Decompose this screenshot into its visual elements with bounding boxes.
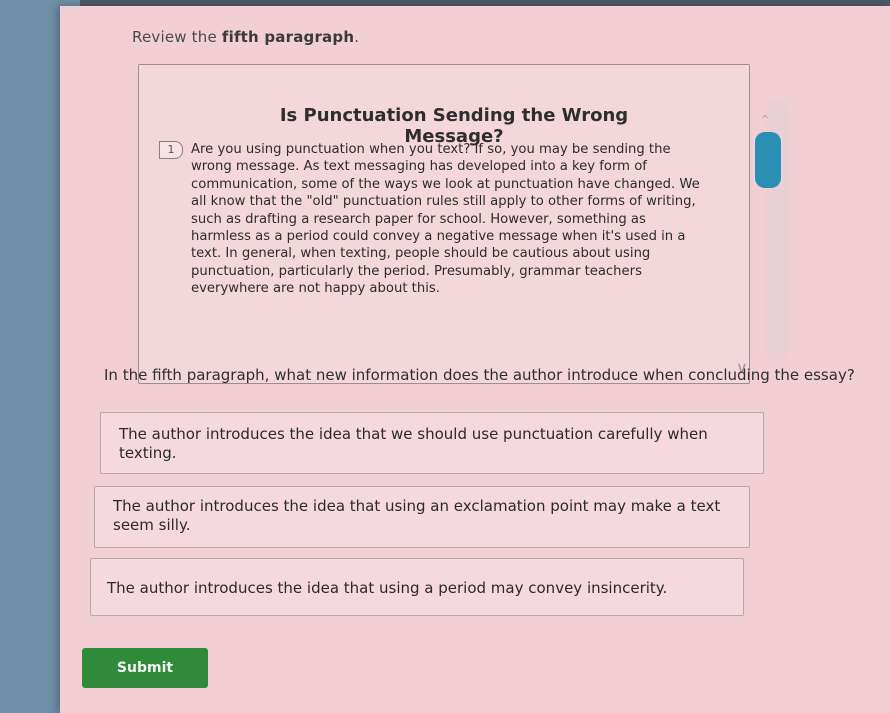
instruction-emphasis: fifth paragraph: [221, 28, 355, 46]
paragraph-number-badge: 1: [159, 141, 183, 159]
passage-panel[interactable]: Is Punctuation Sending the Wrong Message…: [138, 64, 750, 384]
instruction-text: Review the fifth paragraph.: [132, 28, 359, 46]
answer-choice-label: The author introduces the idea that usin…: [107, 579, 668, 597]
chevron-up-icon[interactable]: ‸: [762, 98, 768, 119]
question-text: In the fifth paragraph, what new informa…: [104, 366, 855, 384]
instruction-suffix: .: [354, 28, 360, 46]
passage-paragraph: Are you using punctuation when you text?…: [191, 142, 700, 297]
answer-choice-b[interactable]: The author introduces the idea that usin…: [94, 486, 750, 548]
answer-choice-a[interactable]: The author introduces the idea that we s…: [100, 412, 764, 474]
answer-choice-label: The author introduces the idea that we s…: [119, 425, 708, 462]
submit-button[interactable]: Submit: [82, 648, 208, 688]
scrollbar-thumb[interactable]: [755, 132, 781, 188]
answer-choice-label: The author introduces the idea that usin…: [113, 497, 721, 534]
answer-choice-c[interactable]: The author introduces the idea that usin…: [90, 558, 744, 616]
instruction-prefix: Review the: [132, 28, 222, 46]
assessment-page: Review the fifth paragraph. Is Punctuati…: [60, 6, 890, 713]
